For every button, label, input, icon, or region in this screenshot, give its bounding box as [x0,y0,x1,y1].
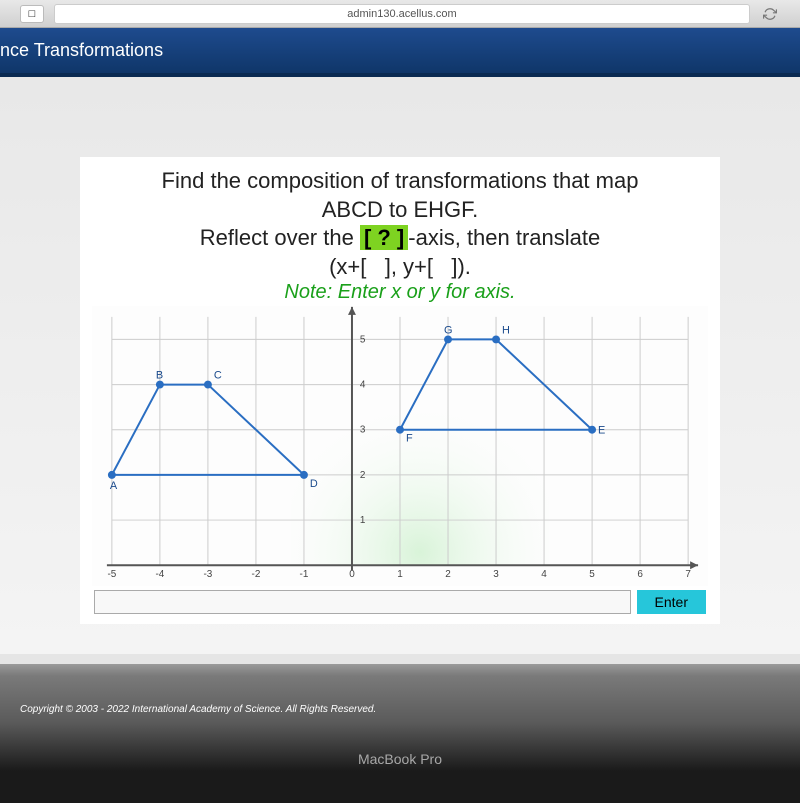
note-text: Note: Enter x or y for axis. [92,281,708,304]
page-header: nce Transformations [0,28,800,77]
svg-text:4: 4 [360,380,366,391]
svg-text:G: G [444,325,452,337]
answer-input[interactable] [94,590,631,614]
reader-button[interactable]: □ [20,5,44,23]
content-area: Find the composition of transformations … [0,77,800,654]
svg-text:-1: -1 [300,570,309,581]
reload-icon [763,7,777,21]
svg-text:H: H [502,325,510,337]
svg-text:-5: -5 [107,570,116,581]
reflect-text-a: Reflect over the [200,225,360,250]
svg-text:3: 3 [493,570,499,581]
svg-text:6: 6 [637,570,643,581]
prompt-line-1: Find the composition of transformations … [92,167,708,196]
svg-text:2: 2 [360,470,366,481]
translate-c: ]). [445,254,471,279]
translate-b: ], y+[ [379,254,440,279]
svg-text:3: 3 [360,425,366,436]
svg-text:1: 1 [397,570,403,581]
svg-text:5: 5 [360,335,366,346]
svg-text:B: B [156,370,163,382]
graph-svg: A B C D E H G F -5 -4 -3 -2 -1 0 1 2 3 4 5 6 7 1 2 3 4 5 [92,306,708,586]
copyright-text: Copyright © 2003 - 2022 International Ac… [0,664,800,723]
svg-text:7: 7 [685,570,691,581]
svg-text:0: 0 [349,570,355,581]
problem-card: Find the composition of transformations … [80,157,720,624]
reflect-text-b: -axis, then translate [408,225,600,250]
translate-a: (x+[ [329,254,372,279]
reload-button[interactable] [760,4,780,24]
axis-blank[interactable]: [ ? ] [360,225,408,250]
svg-text:-4: -4 [155,570,164,581]
answer-row: Enter [92,590,708,616]
svg-text:-2: -2 [252,570,261,581]
laptop-label: MacBook Pro [0,723,800,803]
svg-text:F: F [406,433,413,445]
url-bar[interactable]: admin130.acellus.com [54,4,750,24]
coordinate-graph: A B C D E H G F -5 -4 -3 -2 -1 0 1 2 3 4 5 6 7 1 2 3 4 5 [92,306,708,586]
reader-icon: □ [29,8,36,20]
enter-button[interactable]: Enter [637,590,706,614]
header-title: nce Transformations [0,40,163,60]
svg-text:C: C [214,370,222,382]
prompt-line-2: ABCD to EHGF. [92,196,708,225]
svg-text:4: 4 [541,570,547,581]
svg-text:E: E [598,425,605,437]
prompt-line-4: (x+[ ], y+[ ]). [92,253,708,282]
svg-text:2: 2 [445,570,451,581]
svg-text:1: 1 [360,515,366,526]
svg-text:5: 5 [589,570,595,581]
prompt-line-3: Reflect over the [ ? ]-axis, then transl… [92,224,708,253]
browser-bar: □ admin130.acellus.com [0,0,800,28]
svg-text:-3: -3 [203,570,212,581]
svg-text:D: D [310,478,318,490]
url-text: admin130.acellus.com [347,8,456,20]
svg-text:A: A [110,480,118,492]
